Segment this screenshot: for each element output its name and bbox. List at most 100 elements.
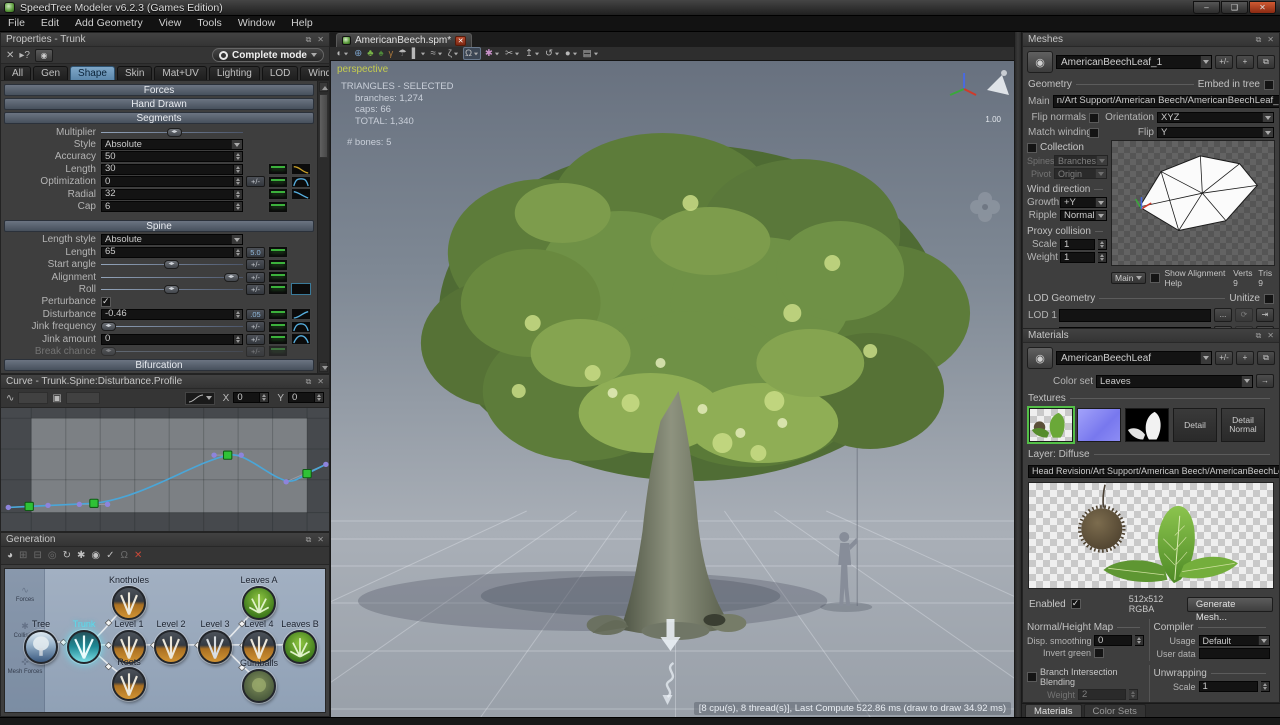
spinner[interactable] — [234, 151, 243, 162]
material-selector-dropdown[interactable]: AmericanBeechLeaf — [1056, 351, 1212, 365]
properties-panel-header[interactable]: Properties - Trunk ⧉✕ — [1, 33, 329, 47]
material-plusminus-button[interactable]: +/- — [1215, 351, 1233, 365]
roll-slider[interactable]: ◂▸ — [101, 284, 243, 295]
node-roots[interactable] — [112, 667, 146, 701]
scale-field[interactable]: 1 — [1060, 239, 1095, 250]
menu-view[interactable]: View — [151, 16, 190, 31]
curve-thumb[interactable] — [268, 246, 288, 258]
refresh-icon[interactable]: ⟳ — [1235, 308, 1253, 322]
curve-thumb[interactable] — [291, 333, 311, 345]
node-tree[interactable] — [24, 630, 58, 664]
float-panel-icon[interactable]: ⧉ — [1256, 35, 1262, 45]
collection-checkbox[interactable] — [1027, 143, 1037, 153]
pivot-dropdown[interactable]: Origin — [1054, 168, 1107, 179]
bib-weight-field[interactable]: 2 — [1078, 689, 1126, 700]
growth-dropdown[interactable]: +Y — [1060, 197, 1107, 208]
spinner[interactable] — [234, 164, 243, 175]
remove-node-icon[interactable]: ⊟ — [33, 550, 41, 561]
node-gumballs[interactable] — [242, 669, 276, 703]
plusminus-button[interactable]: +/- — [246, 346, 265, 357]
jink-frequency-slider[interactable]: ◂▸ — [101, 321, 243, 332]
curve-panel-header[interactable]: Curve - Trunk.Spine:Disturbance.Profile … — [1, 375, 329, 389]
spinner[interactable] — [234, 309, 243, 320]
scroll-thumb[interactable] — [319, 94, 328, 158]
viewport-3d[interactable]: perspective TRIANGLES - SELECTED branche… — [330, 61, 1014, 717]
curve-thumb[interactable] — [268, 308, 288, 320]
node-level2[interactable] — [154, 630, 188, 664]
add-child-icon[interactable]: ⊞ — [19, 550, 27, 561]
lod1-field[interactable] — [1059, 309, 1211, 322]
properties-scrollbar[interactable] — [317, 81, 329, 373]
grass-icon[interactable]: ♠ — [377, 47, 384, 60]
value-badge[interactable]: 5.0 — [246, 247, 265, 258]
tree-display-icon[interactable]: ☂ — [397, 47, 408, 60]
pick-help-icon[interactable]: ▸? — [19, 50, 30, 61]
alignment-help-checkbox[interactable] — [1150, 273, 1160, 283]
tab-materials[interactable]: Materials — [1025, 704, 1082, 717]
spinner[interactable] — [1129, 689, 1138, 700]
length-field[interactable]: 30 — [101, 164, 234, 175]
curve-thumb[interactable] — [268, 321, 288, 333]
generate-mesh-button[interactable]: Generate Mesh... — [1187, 597, 1273, 612]
float-panel-icon[interactable]: ⧉ — [1256, 331, 1262, 341]
alignment-slider[interactable]: ◂▸ — [101, 272, 243, 283]
mesh-preview[interactable] — [1111, 140, 1275, 266]
embed-checkbox[interactable] — [1264, 80, 1274, 90]
disp-smoothing-field[interactable]: 0 — [1094, 635, 1132, 646]
tab-shape[interactable]: Shape — [70, 66, 115, 80]
bib-checkbox[interactable] — [1027, 672, 1037, 682]
spinner[interactable] — [234, 176, 243, 187]
materials-panel-header[interactable]: Materials ⧉✕ — [1023, 329, 1279, 343]
enabled-checkbox[interactable] — [1071, 599, 1081, 609]
usage-dropdown[interactable]: Default — [1199, 635, 1271, 646]
node-knotholes[interactable] — [112, 586, 146, 620]
curve-thumb[interactable] — [268, 333, 288, 345]
camera-mode-label[interactable]: perspective — [337, 64, 388, 75]
node-leaves-a[interactable] — [242, 586, 276, 620]
material-add-button[interactable]: + — [1236, 351, 1254, 365]
color-set-dropdown[interactable]: Leaves — [1096, 375, 1253, 388]
stamp-icon[interactable]: ▣ — [52, 393, 61, 404]
close-panel-icon[interactable]: ✕ — [317, 35, 324, 45]
texture-preview[interactable] — [1028, 482, 1274, 589]
spinner[interactable] — [234, 247, 243, 258]
curve-thumb[interactable] — [268, 163, 288, 175]
accuracy-field[interactable]: 50 — [101, 151, 234, 162]
section-bifurcation[interactable]: Bifurcation — [4, 359, 314, 371]
minimize-button[interactable]: – — [1193, 1, 1220, 14]
tab-gen[interactable]: Gen — [33, 66, 68, 80]
plusminus-button[interactable]: +/- — [246, 334, 265, 345]
tab-lod[interactable]: LOD — [262, 66, 299, 80]
curve-thumb[interactable] — [291, 283, 311, 295]
leaf-display-icon[interactable]: ✱ — [77, 550, 85, 561]
close-panel-icon[interactable]: ✕ — [1267, 35, 1274, 45]
tab-skin[interactable]: Skin — [117, 66, 152, 80]
mesh-copy-button[interactable]: ⧉ — [1257, 55, 1275, 69]
curve-thumb[interactable] — [291, 188, 311, 200]
rotate-view-icon[interactable]: ↺ — [544, 47, 561, 60]
spinner[interactable] — [1261, 681, 1270, 692]
delete-node-icon[interactable]: ✕ — [134, 550, 142, 561]
plusminus-button[interactable]: +/- — [246, 321, 265, 332]
spines-dropdown[interactable]: Branches — [1054, 155, 1108, 166]
curve-preset-button[interactable] — [185, 392, 215, 405]
plusminus-button[interactable]: +/- — [246, 284, 265, 295]
material-copy-button[interactable]: ⧉ — [1257, 351, 1275, 365]
menu-tools[interactable]: Tools — [189, 16, 230, 31]
curve-thumb[interactable] — [291, 176, 311, 188]
spinner[interactable] — [315, 392, 324, 403]
add-generator-icon[interactable]: ◕ — [7, 550, 13, 561]
texture-path-field[interactable]: Head Revision/Art Support/American Beech… — [1028, 465, 1280, 478]
gravity-icon[interactable]: ↥ — [524, 47, 541, 60]
curve-thumb[interactable] — [268, 176, 288, 188]
break-chance-slider[interactable]: ◂▸ — [101, 346, 243, 357]
lock-icon[interactable]: Ω — [120, 550, 127, 561]
detail-slot-button[interactable]: Detail — [1173, 408, 1217, 442]
ripple-dropdown[interactable]: Normal — [1060, 210, 1107, 221]
delete-icon[interactable]: ✕ — [6, 50, 14, 61]
plusminus-button[interactable]: +/- — [246, 272, 265, 283]
section-spine[interactable]: Spine — [4, 220, 314, 232]
generation-panel-header[interactable]: Generation ⧉✕ — [1, 533, 329, 547]
tab-close-icon[interactable]: ✕ — [455, 36, 466, 46]
leaf-display-icon[interactable]: ♣ — [366, 47, 374, 60]
